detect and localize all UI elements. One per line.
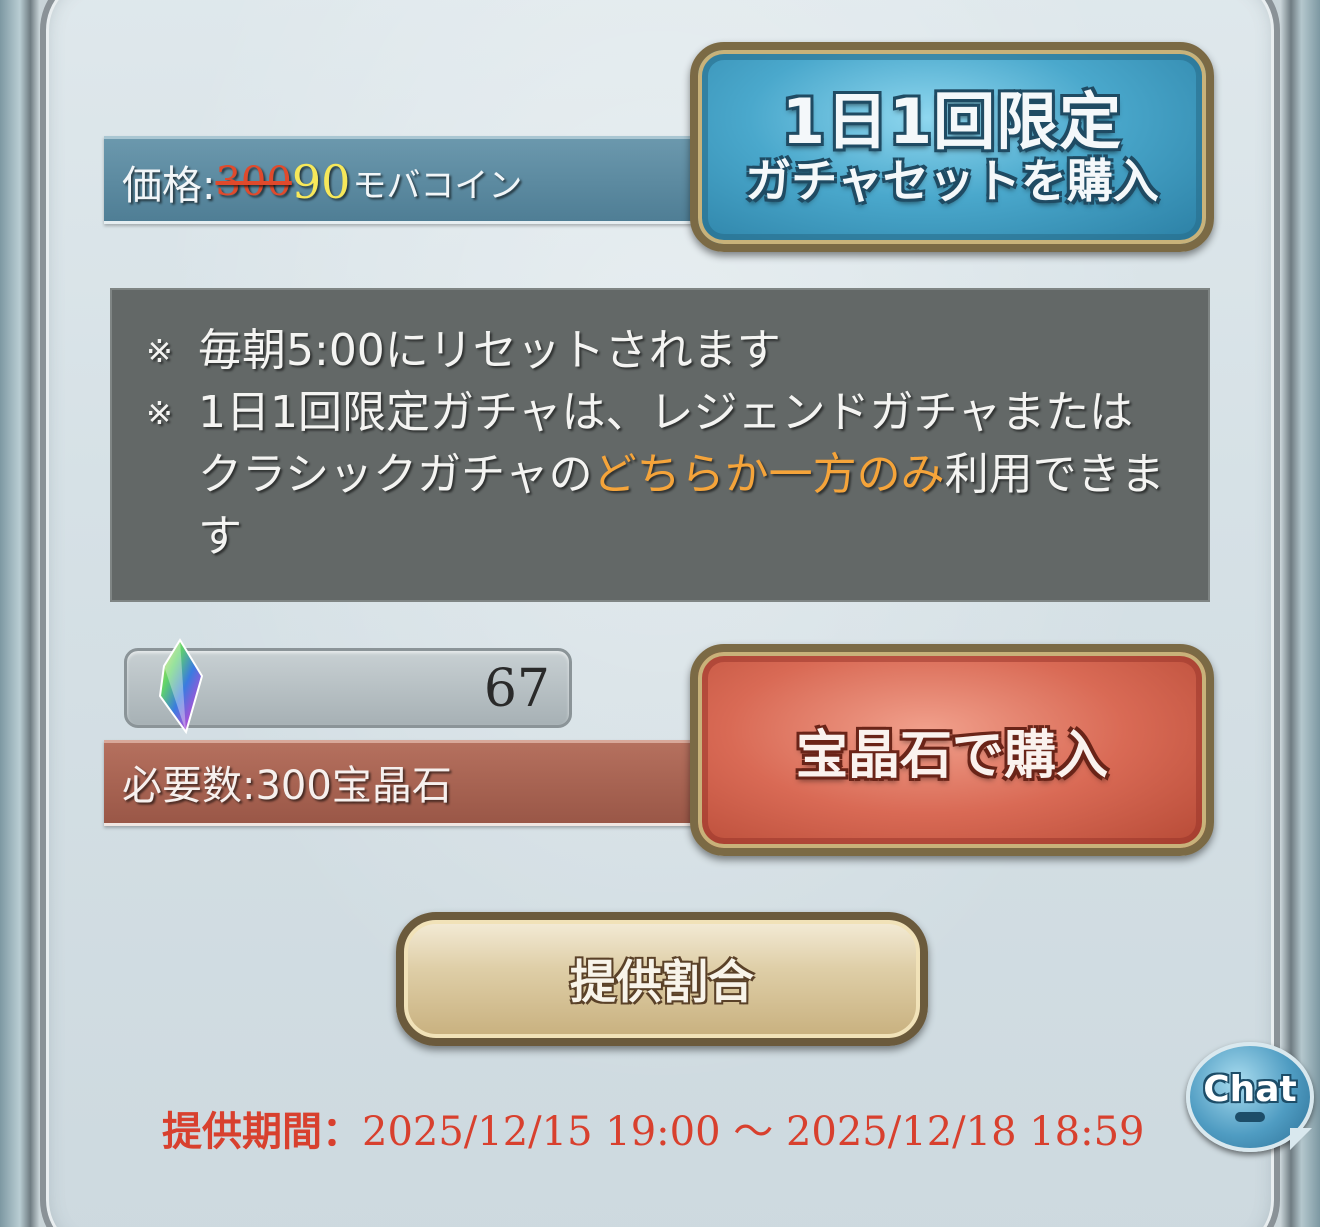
price-unit: モバコイン (352, 165, 523, 206)
notice-line-limit: ※ 1日1回限定ガチャは、レジェンドガチャまたはクラシックガチャのどちらか一方の… (146, 382, 1168, 568)
price-info: 価格: 300 90 モバコイン (122, 150, 522, 214)
notice-mark: ※ (146, 332, 173, 370)
chat-dots-icon (1235, 1112, 1265, 1122)
daily-button-line1: 1日1回限定 (781, 84, 1123, 158)
chat-label: Chat (1203, 1069, 1297, 1110)
offer-period: 提供期間： 2025/12/15 19:00 〜 2025/12/18 18:5… (162, 1098, 1145, 1158)
daily-gacha-set-purchase-button[interactable]: 1日1回限定 ガチャセットを購入 (690, 42, 1214, 252)
price-new-value: 90 (291, 155, 351, 209)
price-old-value: 300 (215, 159, 292, 205)
crystal-count: 67 (483, 659, 550, 719)
notice-limit-text: 1日1回限定ガチャは、レジェンドガチャまたはクラシックガチャのどちらか一方のみ利… (198, 382, 1168, 568)
rates-button-label: 提供割合 (570, 955, 754, 1009)
notice-limit-highlight: どちらか一方のみ (592, 449, 945, 500)
period-range: 2025/12/15 19:00 〜 2025/12/18 18:59 (362, 1109, 1145, 1155)
notice-line-reset: ※ 毎朝5:00にリセットされます (146, 320, 1168, 382)
price-label: 価格: (122, 163, 216, 209)
daily-button-line2: ガチャセットを購入 (745, 153, 1159, 208)
period-label: 提供期間： (162, 1109, 362, 1155)
drop-rates-button[interactable]: 提供割合 (396, 912, 928, 1046)
crystal-icon (158, 638, 204, 735)
notice-box: ※ 毎朝5:00にリセットされます ※ 1日1回限定ガチャは、レジェンドガチャま… (110, 288, 1210, 602)
notice-reset-text: 毎朝5:00にリセットされます (198, 325, 781, 376)
crystal-button-label: 宝晶石で購入 (795, 725, 1108, 786)
required-text: 必要数:300宝晶石 (122, 763, 452, 809)
notice-mark: ※ (146, 394, 173, 432)
chat-bubble-tail (1290, 1128, 1312, 1150)
purchase-with-crystals-button[interactable]: 宝晶石で購入 (690, 644, 1214, 856)
